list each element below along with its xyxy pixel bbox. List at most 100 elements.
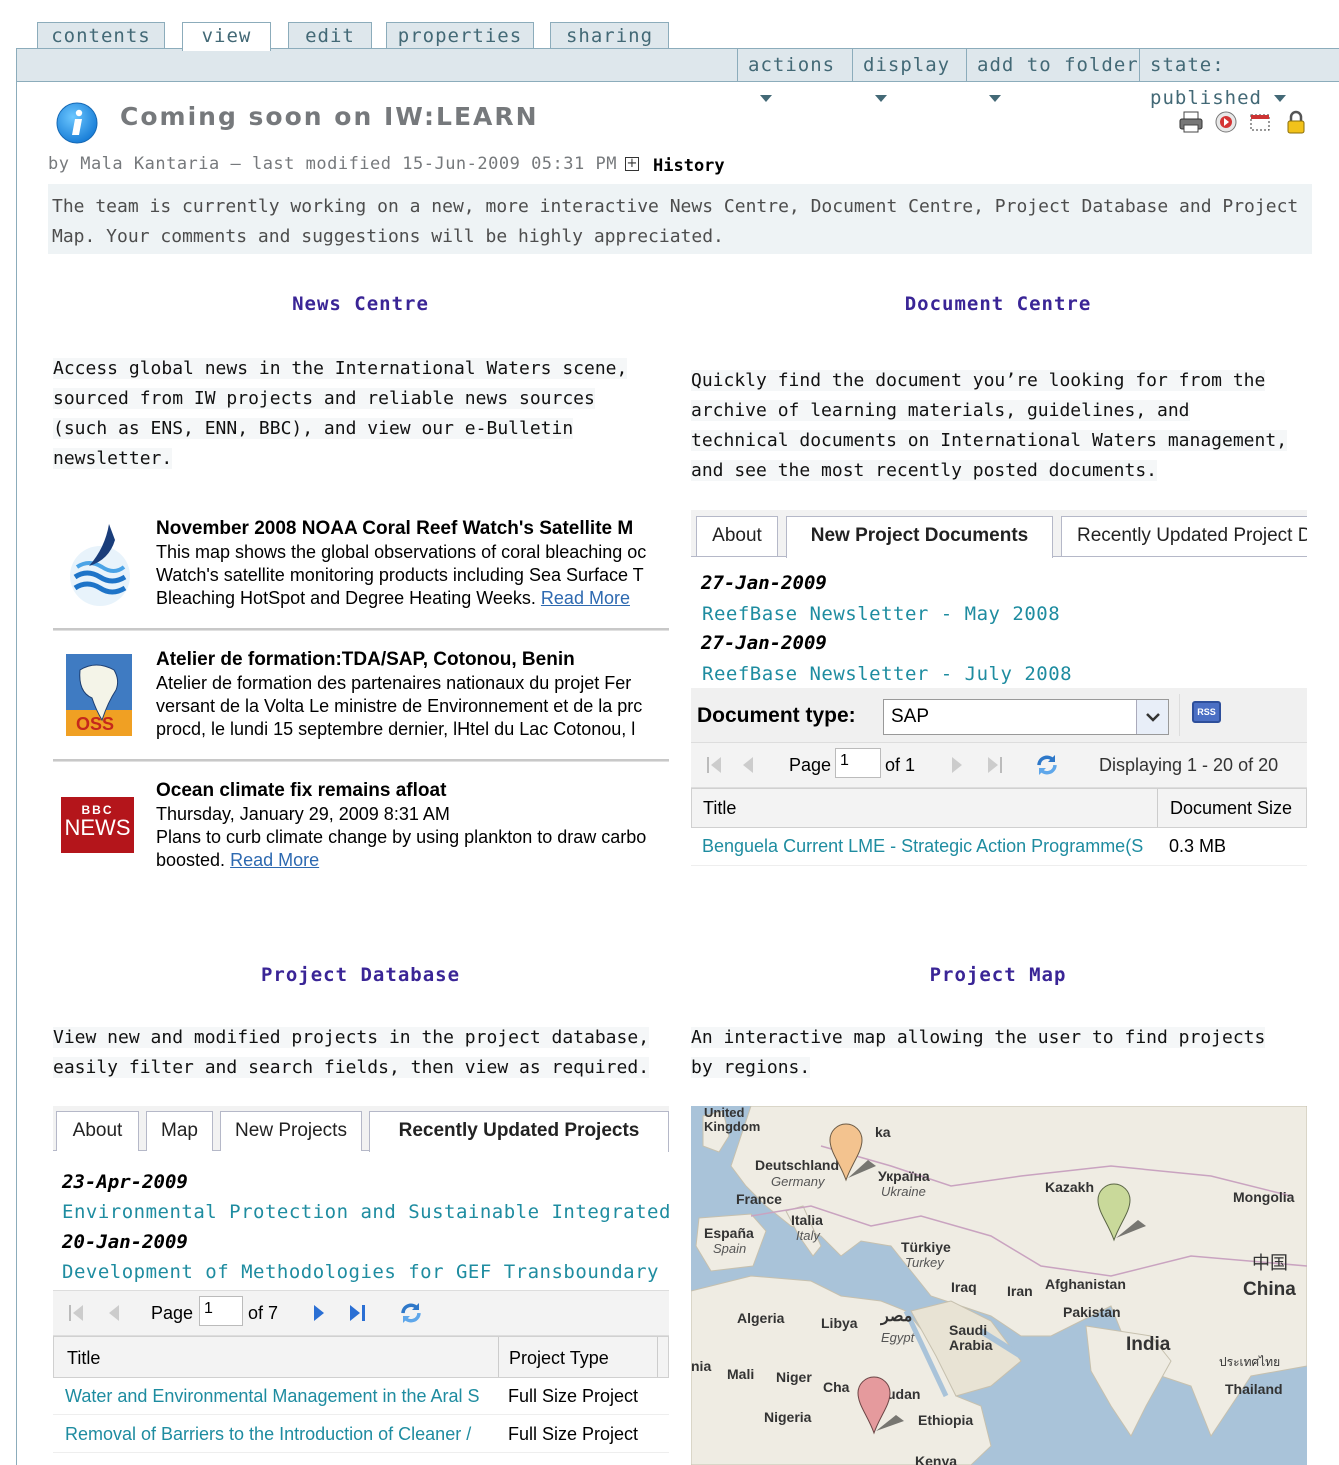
news-item-title[interactable]: Ocean climate fix remains afloat <box>156 780 446 802</box>
tab-recently-updated-projects[interactable]: Recently Updated Projects <box>369 1111 669 1152</box>
previous-page-icon[interactable] <box>741 754 757 780</box>
tab-about[interactable]: About <box>696 516 778 556</box>
project-database-heading[interactable]: Project Database <box>53 964 668 986</box>
map-label: Nigeria <box>764 1409 812 1425</box>
project-type: Full Size Project <box>508 1386 639 1406</box>
table-row[interactable]: Removal of Barriers to the Introduction … <box>53 1416 669 1453</box>
refresh-icon[interactable] <box>1033 751 1061 783</box>
first-page-icon[interactable] <box>66 1302 88 1328</box>
print-icon[interactable] <box>1178 110 1204 138</box>
actions-menu[interactable]: actions <box>737 49 851 102</box>
map-label: India <box>1126 1334 1171 1355</box>
first-page-icon[interactable] <box>704 754 726 780</box>
news-centre-heading[interactable]: News Centre <box>53 293 668 315</box>
map-label: United Kingdom <box>704 1106 761 1134</box>
project-panel: About Map New Projects Recently Updated … <box>53 1106 669 1465</box>
display-menu[interactable]: display <box>852 49 966 102</box>
news-centre-intro-text: Access global news in the International … <box>53 358 628 469</box>
news-item-line: Watch's satellite monitoring products in… <box>156 565 644 585</box>
document-type-select[interactable]: SAP <box>883 699 1169 735</box>
map-label: Italia <box>791 1212 823 1228</box>
entry-link[interactable]: Environmental Protection and Sustainable… <box>62 1201 669 1223</box>
page-number-input[interactable]: 1 <box>835 748 881 778</box>
tab-sharing[interactable]: sharing <box>550 22 669 49</box>
document-centre-intro: Quickly find the document you’re looking… <box>691 366 1296 486</box>
map-label: مصر <box>881 1308 913 1325</box>
tab-new-projects[interactable]: New Projects <box>220 1111 362 1151</box>
send-icon[interactable] <box>1214 110 1238 138</box>
chevron-down-icon[interactable] <box>1136 700 1168 734</box>
entry-link[interactable]: ReefBase Newsletter - July 2008 <box>702 663 1072 685</box>
map-label: Afghanistan <box>1045 1276 1126 1292</box>
column-title[interactable]: Title <box>703 798 736 819</box>
project-title-link[interactable]: Removal of Barriers to the Introduction … <box>65 1424 497 1445</box>
map-label: Pakistan <box>1063 1304 1121 1320</box>
entry-link[interactable]: Development of Methodologies for GEF Tra… <box>62 1261 669 1283</box>
project-title-link[interactable]: Water and Environmental Management in th… <box>65 1386 497 1407</box>
refresh-icon[interactable] <box>397 1299 425 1331</box>
lock-icon[interactable] <box>1284 110 1308 140</box>
page-description: The team is currently working on a new, … <box>48 184 1312 254</box>
page-label: Page <box>789 755 832 775</box>
tab-properties[interactable]: properties <box>386 22 534 49</box>
next-page-icon[interactable] <box>311 1302 327 1328</box>
document-size: 0.3 MB <box>1169 836 1227 856</box>
byline: by Mala Kantaria — last modified 15-Jun-… <box>48 154 617 174</box>
document-grid-header: Title Document Size <box>691 788 1307 828</box>
read-more-link[interactable]: Read More <box>230 850 319 870</box>
document-centre-intro-text: Quickly find the document you’re looking… <box>691 370 1288 481</box>
map-label: ประเทศไทย <box>1219 1355 1281 1369</box>
news-item-line: Plans to curb climate change by using pl… <box>156 827 647 847</box>
map-label: nia <box>691 1358 712 1374</box>
column-project-type[interactable]: Project Type <box>509 1348 609 1369</box>
project-map-heading[interactable]: Project Map <box>690 964 1306 986</box>
tab-new-project-documents[interactable]: New Project Documents <box>786 516 1053 558</box>
map-label: Turkey <box>905 1255 944 1270</box>
previous-page-icon[interactable] <box>107 1302 123 1328</box>
next-page-icon[interactable] <box>949 754 965 780</box>
map-label: Mali <box>727 1366 755 1382</box>
map-label: Italy <box>796 1228 820 1243</box>
table-row[interactable]: Water and Environmental Management in th… <box>53 1378 669 1415</box>
document-centre-heading[interactable]: Document Centre <box>690 293 1306 315</box>
rss-button[interactable]: RSS <box>1179 694 1239 736</box>
last-page-icon[interactable] <box>984 754 1006 780</box>
news-item-line: boosted. Read More <box>156 849 319 872</box>
tab-map[interactable]: Map <box>146 1111 213 1151</box>
bbc-news-logo: BBC NEWS <box>61 797 134 853</box>
map-marker-orange[interactable] <box>826 1118 886 1188</box>
project-map[interactable]: United Kingdom ka Deutschland Germany Ук… <box>691 1106 1307 1465</box>
tab-about[interactable]: About <box>56 1111 139 1151</box>
page-count: of 7 <box>248 1303 279 1323</box>
news-centre-intro: Access global news in the International … <box>53 354 653 474</box>
history-link[interactable]: History <box>653 156 725 176</box>
last-page-icon[interactable] <box>346 1302 368 1328</box>
map-label: Egypt <box>881 1330 915 1345</box>
expand-icon[interactable]: + <box>625 157 639 171</box>
read-more-link[interactable]: Read More <box>541 588 630 608</box>
rss-icon: RSS <box>1192 701 1221 723</box>
map-label: Algeria <box>737 1310 785 1326</box>
tab-contents[interactable]: contents <box>37 22 165 49</box>
table-row[interactable]: Benguela Current LME - Strategic Action … <box>691 828 1307 866</box>
map-marker-red[interactable] <box>854 1371 914 1441</box>
page-number-input[interactable]: 1 <box>199 1296 243 1326</box>
news-item-title[interactable]: November 2008 NOAA Coral Reef Watch's Sa… <box>156 518 633 540</box>
tab-edit[interactable]: edit <box>288 22 372 49</box>
news-item-title[interactable]: Atelier de formation:TDA/SAP, Cotonou, B… <box>156 649 575 671</box>
tab-view[interactable]: view <box>182 22 271 51</box>
column-divider <box>1157 789 1158 827</box>
add-to-folder-menu[interactable]: add to folder <box>966 49 1139 102</box>
column-document-size[interactable]: Document Size <box>1170 798 1292 819</box>
state-menu[interactable]: state: published <box>1139 49 1339 109</box>
fullscreen-icon[interactable] <box>1248 110 1272 138</box>
document-title-link[interactable]: Benguela Current LME - Strategic Action … <box>702 836 1154 857</box>
tab-recently-updated-project-documents[interactable]: Recently Updated Project D <box>1061 516 1307 556</box>
map-label: Spain <box>713 1241 747 1256</box>
entry-link[interactable]: ReefBase Newsletter - May 2008 <box>702 603 1060 625</box>
project-database-intro: View new and modified projects in the pr… <box>53 1023 663 1083</box>
add-to-folder-label: add to folder <box>977 54 1139 76</box>
column-title[interactable]: Title <box>67 1348 100 1369</box>
map-marker-green[interactable] <box>1094 1178 1154 1248</box>
map-label: Mongolia <box>1233 1189 1295 1205</box>
